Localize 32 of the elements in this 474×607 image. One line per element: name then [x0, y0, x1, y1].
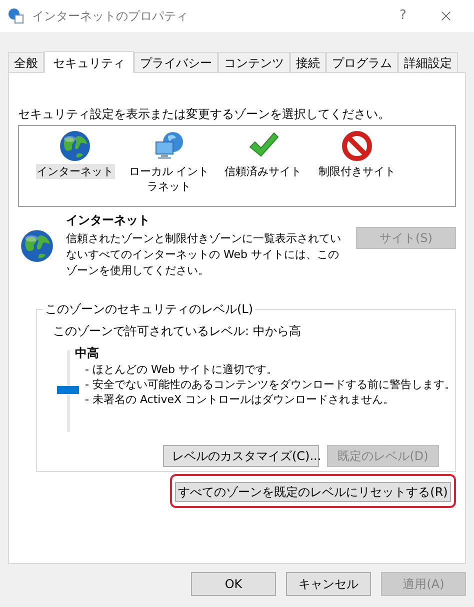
level-name: 中高: [75, 345, 100, 362]
network-computer-icon: [153, 130, 185, 162]
custom-level-button[interactable]: レベルのカスタマイズ(C)...: [163, 445, 319, 467]
zone-title: インターネット: [66, 212, 151, 229]
tab[interactable]: プライバシー: [134, 52, 218, 72]
tab[interactable]: セキュリティ: [44, 51, 134, 73]
level-description: - ほとんどの Web サイトに適切です。: [85, 362, 278, 377]
globe-icon: [20, 229, 54, 263]
tab[interactable]: 全般: [8, 52, 44, 72]
group-legend: このゾーンのセキュリティのレベル(L): [43, 301, 256, 317]
zone-item[interactable]: ローカル イントラネット: [123, 164, 215, 194]
globe-icon: [59, 130, 91, 162]
allowed-level-text: このゾーンで許可されているレベル: 中から高: [53, 323, 302, 340]
cancel-button[interactable]: キャンセル: [286, 572, 371, 596]
tab[interactable]: プログラム: [326, 52, 398, 72]
zone-item[interactable]: 信頼済みサイト: [224, 164, 302, 179]
level-description: - 未署名の ActiveX コントロールはダウンロードされません。: [85, 392, 396, 407]
tab[interactable]: 接続: [290, 52, 326, 72]
tab[interactable]: コンテンツ: [218, 52, 290, 72]
instruction-text: セキュリティ設定を表示または変更するゾーンを選択してください。: [18, 106, 391, 123]
prohibited-icon: [341, 130, 373, 162]
level-description: - 安全でない可能性のあるコンテンツをダウンロードする前に警告します。: [85, 377, 456, 392]
zone-item[interactable]: インターネット: [36, 164, 114, 179]
globe-document-icon: [8, 8, 24, 24]
reset-all-zones-button[interactable]: すべてのゾーンを既定のレベルにリセットする(R): [175, 482, 451, 502]
help-button[interactable]: ?: [388, 6, 418, 26]
zone-description: 信頼されたゾーンと制限付きゾーンに一覧表示されていないすべてのインターネットの Web サイトには、このゾーンを使用してください。: [66, 231, 342, 279]
window-title: インターネットのプロパティ: [32, 8, 189, 25]
slider-thumb[interactable]: [57, 386, 79, 394]
zone-item[interactable]: 制限付きサイト: [318, 164, 396, 179]
ok-button[interactable]: OK: [191, 572, 276, 596]
tab[interactable]: 詳細設定: [398, 52, 458, 72]
